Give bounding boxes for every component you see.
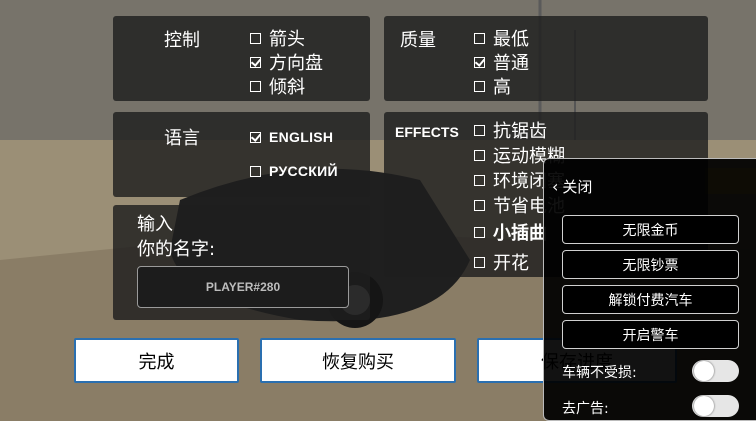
checkbox-icon[interactable] [474, 174, 485, 186]
checkbox-icon[interactable] [474, 124, 485, 136]
effects-option-bloom[interactable]: 开花 [474, 249, 529, 275]
cheat-menu: ‹ 关闭 无限金币 无限钞票 解锁付费汽车 开启警车 车辆不受损: 去广告: [543, 158, 756, 421]
quality-option-low[interactable]: 最低 [474, 25, 529, 51]
name-label-line1: 输入 [137, 214, 173, 235]
checkbox-icon[interactable] [474, 32, 485, 44]
checkbox-checked-icon[interactable] [250, 56, 261, 68]
quality-label: 质量 [400, 30, 436, 51]
no-damage-label: 车辆不受损: [562, 365, 637, 381]
cheat-police-car-button[interactable]: 开启警车 [562, 320, 739, 349]
effects-option-antialias[interactable]: 抗锯齿 [474, 117, 547, 143]
done-button[interactable]: 完成 [74, 338, 239, 383]
restore-purchases-button[interactable]: 恢复购买 [260, 338, 456, 383]
toggle-knob [694, 361, 714, 381]
language-label: 语言 [164, 128, 200, 149]
cheat-unlock-paid-cars-button[interactable]: 解锁付费汽车 [562, 285, 739, 314]
control-panel [113, 16, 370, 101]
checkbox-icon[interactable] [250, 80, 261, 92]
checkbox-checked-icon[interactable] [250, 131, 261, 143]
checkbox-checked-icon[interactable] [474, 56, 485, 68]
toggle-knob [694, 396, 714, 416]
control-option-arrows[interactable]: 箭头 [250, 25, 305, 51]
checkbox-icon[interactable] [474, 80, 485, 92]
checkbox-icon[interactable] [250, 32, 261, 44]
player-name-input[interactable]: PLAYER#280 [137, 266, 349, 308]
checkbox-icon[interactable] [474, 226, 485, 238]
effects-option-vignette[interactable]: 小插曲 [474, 219, 547, 245]
remove-ads-toggle[interactable] [692, 395, 739, 417]
checkbox-icon[interactable] [474, 199, 485, 211]
remove-ads-label: 去广告: [562, 401, 609, 417]
quality-option-normal[interactable]: 普通 [474, 49, 529, 75]
language-panel [113, 112, 370, 197]
control-option-tilt[interactable]: 倾斜 [250, 73, 305, 99]
quality-option-high[interactable]: 高 [474, 73, 511, 99]
language-option-russian[interactable]: РУССКИЙ [250, 163, 338, 179]
checkbox-icon[interactable] [250, 165, 261, 177]
cheat-unlimited-coins-button[interactable]: 无限金币 [562, 215, 739, 244]
control-option-wheel[interactable]: 方向盘 [250, 49, 323, 75]
cheat-unlimited-cash-button[interactable]: 无限钞票 [562, 250, 739, 279]
chevron-left-icon: ‹ [552, 177, 559, 196]
checkbox-icon[interactable] [474, 256, 485, 268]
effects-label: EFFECTS [395, 124, 459, 140]
checkbox-icon[interactable] [474, 149, 485, 161]
language-option-english[interactable]: ENGLISH [250, 129, 333, 145]
cheat-menu-close[interactable]: ‹ 关闭 [552, 176, 592, 197]
name-label-line2: 你的名字: [137, 239, 216, 260]
no-damage-toggle[interactable] [692, 360, 739, 382]
control-label: 控制 [164, 30, 200, 51]
